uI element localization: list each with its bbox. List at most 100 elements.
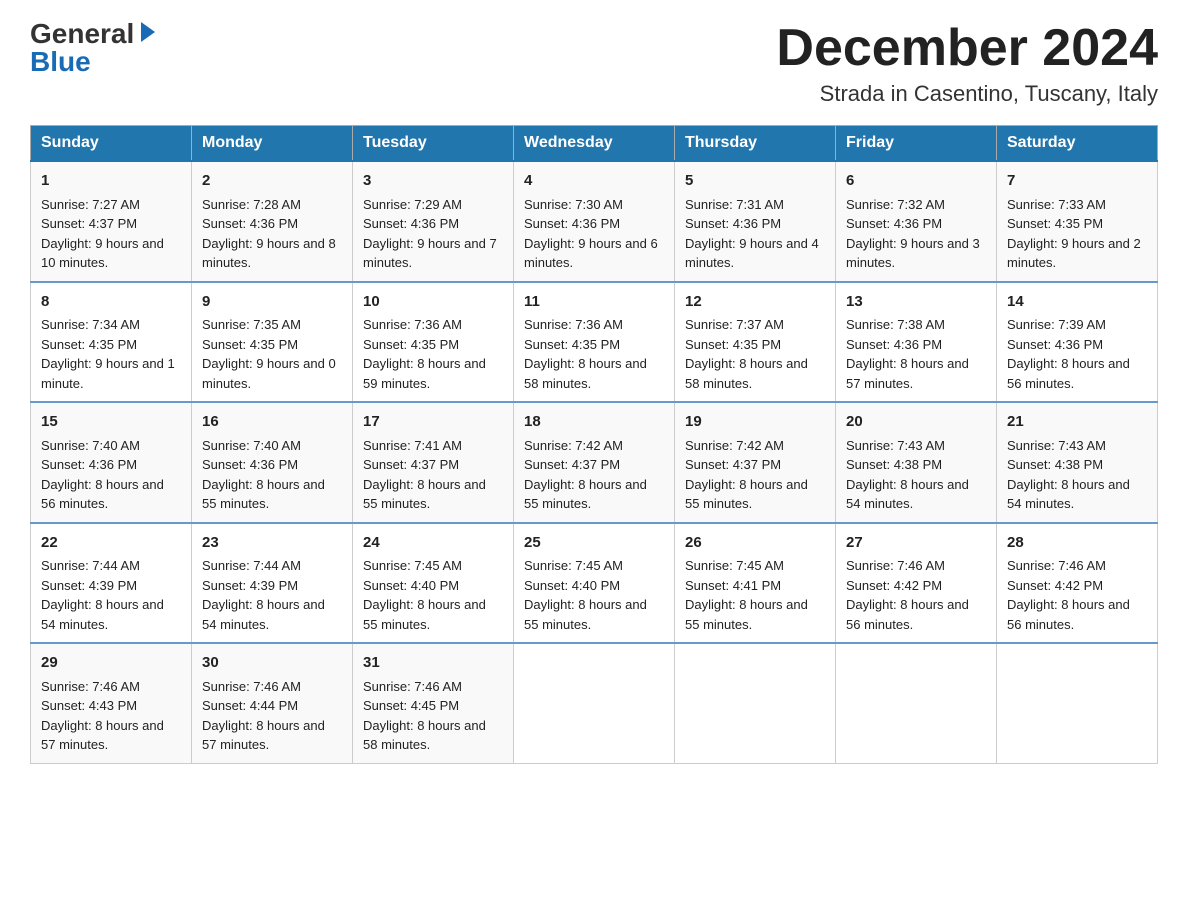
calendar-cell: 13 Sunrise: 7:38 AMSunset: 4:36 PMDayligh… — [836, 282, 997, 403]
calendar-cell: 14Sunrise: 7:39 AMSunset: 4:36 PMDayligh… — [997, 282, 1158, 403]
day-number: 18 — [524, 411, 664, 434]
day-number: 26 — [685, 532, 825, 555]
day-number: 19 — [685, 411, 825, 434]
day-number: 16 — [202, 411, 342, 434]
day-info: Sunrise: 7:37 AMSunset: 4:35 PMDaylight:… — [685, 317, 808, 391]
day-number: 28 — [1007, 532, 1147, 555]
day-number: 7 — [1007, 170, 1147, 193]
day-number: 3 — [363, 170, 503, 193]
calendar-cell: 5 Sunrise: 7:31 AMSunset: 4:36 PMDaylight… — [675, 161, 836, 282]
day-info: Sunrise: 7:46 AMSunset: 4:45 PMDaylight:… — [363, 679, 486, 753]
day-number: 21 — [1007, 411, 1147, 434]
logo-blue-text: Blue — [30, 48, 91, 76]
day-number: 4 — [524, 170, 664, 193]
day-number: 10 — [363, 291, 503, 314]
calendar-cell: 8 Sunrise: 7:34 AMSunset: 4:35 PMDaylight… — [31, 282, 192, 403]
day-info: Sunrise: 7:43 AMSunset: 4:38 PMDaylight:… — [1007, 438, 1130, 512]
calendar-cell: 4 Sunrise: 7:30 AMSunset: 4:36 PMDaylight… — [514, 161, 675, 282]
day-info: Sunrise: 7:43 AMSunset: 4:38 PMDaylight:… — [846, 438, 969, 512]
day-number: 30 — [202, 652, 342, 675]
calendar-cell: 6Sunrise: 7:32 AMSunset: 4:36 PMDaylight… — [836, 161, 997, 282]
day-number: 11 — [524, 291, 664, 314]
day-number: 12 — [685, 291, 825, 314]
calendar-cell: 20 Sunrise: 7:43 AMSunset: 4:38 PMDayligh… — [836, 402, 997, 523]
day-info: Sunrise: 7:40 AMSunset: 4:36 PMDaylight:… — [202, 438, 325, 512]
calendar-cell: 22Sunrise: 7:44 AMSunset: 4:39 PMDayligh… — [31, 523, 192, 644]
calendar-cell: 26 Sunrise: 7:45 AMSunset: 4:41 PMDayligh… — [675, 523, 836, 644]
location-title: Strada in Casentino, Tuscany, Italy — [776, 81, 1158, 107]
logo-triangle-icon — [141, 22, 155, 42]
week-row-5: 29 Sunrise: 7:46 AMSunset: 4:43 PMDayligh… — [31, 643, 1158, 763]
day-info: Sunrise: 7:27 AMSunset: 4:37 PMDaylight:… — [41, 197, 164, 271]
calendar-cell — [675, 643, 836, 763]
header-thursday: Thursday — [675, 126, 836, 162]
calendar-cell: 9 Sunrise: 7:35 AMSunset: 4:35 PMDaylight… — [192, 282, 353, 403]
month-title: December 2024 — [776, 20, 1158, 77]
header-row: Sunday Monday Tuesday Wednesday Thursday… — [31, 126, 1158, 162]
calendar-cell: 16 Sunrise: 7:40 AMSunset: 4:36 PMDayligh… — [192, 402, 353, 523]
week-row-3: 15 Sunrise: 7:40 AMSunset: 4:36 PMDayligh… — [31, 402, 1158, 523]
day-info: Sunrise: 7:44 AMSunset: 4:39 PMDaylight:… — [41, 558, 164, 632]
day-info: Sunrise: 7:35 AMSunset: 4:35 PMDaylight:… — [202, 317, 336, 391]
calendar-cell: 27Sunrise: 7:46 AMSunset: 4:42 PMDayligh… — [836, 523, 997, 644]
day-info: Sunrise: 7:31 AMSunset: 4:36 PMDaylight:… — [685, 197, 819, 271]
week-row-2: 8 Sunrise: 7:34 AMSunset: 4:35 PMDaylight… — [31, 282, 1158, 403]
week-row-1: 1 Sunrise: 7:27 AMSunset: 4:37 PMDaylight… — [31, 161, 1158, 282]
calendar-table: Sunday Monday Tuesday Wednesday Thursday… — [30, 125, 1158, 764]
title-block: December 2024 Strada in Casentino, Tusca… — [776, 20, 1158, 107]
calendar-cell: 30 Sunrise: 7:46 AMSunset: 4:44 PMDayligh… — [192, 643, 353, 763]
day-number: 20 — [846, 411, 986, 434]
calendar-cell: 17Sunrise: 7:41 AMSunset: 4:37 PMDayligh… — [353, 402, 514, 523]
calendar-cell — [997, 643, 1158, 763]
logo-general-text: General — [30, 20, 134, 48]
day-info: Sunrise: 7:46 AMSunset: 4:44 PMDaylight:… — [202, 679, 325, 753]
calendar-cell: 25Sunrise: 7:45 AMSunset: 4:40 PMDayligh… — [514, 523, 675, 644]
day-info: Sunrise: 7:45 AMSunset: 4:40 PMDaylight:… — [363, 558, 486, 632]
calendar-cell: 29 Sunrise: 7:46 AMSunset: 4:43 PMDayligh… — [31, 643, 192, 763]
header-tuesday: Tuesday — [353, 126, 514, 162]
day-number: 29 — [41, 652, 181, 675]
day-info: Sunrise: 7:45 AMSunset: 4:41 PMDaylight:… — [685, 558, 808, 632]
day-number: 14 — [1007, 291, 1147, 314]
day-number: 15 — [41, 411, 181, 434]
calendar-cell: 3Sunrise: 7:29 AMSunset: 4:36 PMDaylight… — [353, 161, 514, 282]
day-number: 31 — [363, 652, 503, 675]
calendar-cell: 19 Sunrise: 7:42 AMSunset: 4:37 PMDayligh… — [675, 402, 836, 523]
calendar-cell: 7 Sunrise: 7:33 AMSunset: 4:35 PMDaylight… — [997, 161, 1158, 282]
logo: General Blue — [30, 20, 158, 76]
header-monday: Monday — [192, 126, 353, 162]
day-info: Sunrise: 7:38 AMSunset: 4:36 PMDaylight:… — [846, 317, 969, 391]
day-number: 27 — [846, 532, 986, 555]
day-info: Sunrise: 7:46 AMSunset: 4:43 PMDaylight:… — [41, 679, 164, 753]
day-info: Sunrise: 7:41 AMSunset: 4:37 PMDaylight:… — [363, 438, 486, 512]
day-info: Sunrise: 7:30 AMSunset: 4:36 PMDaylight:… — [524, 197, 658, 271]
calendar-cell — [836, 643, 997, 763]
day-info: Sunrise: 7:40 AMSunset: 4:36 PMDaylight:… — [41, 438, 164, 512]
day-info: Sunrise: 7:44 AMSunset: 4:39 PMDaylight:… — [202, 558, 325, 632]
day-number: 5 — [685, 170, 825, 193]
day-number: 25 — [524, 532, 664, 555]
calendar-cell — [514, 643, 675, 763]
day-number: 13 — [846, 291, 986, 314]
calendar-cell: 28Sunrise: 7:46 AMSunset: 4:42 PMDayligh… — [997, 523, 1158, 644]
header-saturday: Saturday — [997, 126, 1158, 162]
calendar-cell: 18 Sunrise: 7:42 AMSunset: 4:37 PMDayligh… — [514, 402, 675, 523]
calendar-cell: 2Sunrise: 7:28 AMSunset: 4:36 PMDaylight… — [192, 161, 353, 282]
day-number: 9 — [202, 291, 342, 314]
day-number: 2 — [202, 170, 342, 193]
day-info: Sunrise: 7:34 AMSunset: 4:35 PMDaylight:… — [41, 317, 175, 391]
calendar-cell: 10Sunrise: 7:36 AMSunset: 4:35 PMDayligh… — [353, 282, 514, 403]
day-number: 1 — [41, 170, 181, 193]
calendar-cell: 15 Sunrise: 7:40 AMSunset: 4:36 PMDayligh… — [31, 402, 192, 523]
calendar-cell: 12 Sunrise: 7:37 AMSunset: 4:35 PMDayligh… — [675, 282, 836, 403]
header-wednesday: Wednesday — [514, 126, 675, 162]
page-header: General Blue December 2024 Strada in Cas… — [30, 20, 1158, 107]
calendar-cell: 31 Sunrise: 7:46 AMSunset: 4:45 PMDayligh… — [353, 643, 514, 763]
day-number: 24 — [363, 532, 503, 555]
header-friday: Friday — [836, 126, 997, 162]
calendar-cell: 21 Sunrise: 7:43 AMSunset: 4:38 PMDayligh… — [997, 402, 1158, 523]
day-info: Sunrise: 7:33 AMSunset: 4:35 PMDaylight:… — [1007, 197, 1141, 271]
day-info: Sunrise: 7:42 AMSunset: 4:37 PMDaylight:… — [685, 438, 808, 512]
day-info: Sunrise: 7:42 AMSunset: 4:37 PMDaylight:… — [524, 438, 647, 512]
day-number: 8 — [41, 291, 181, 314]
